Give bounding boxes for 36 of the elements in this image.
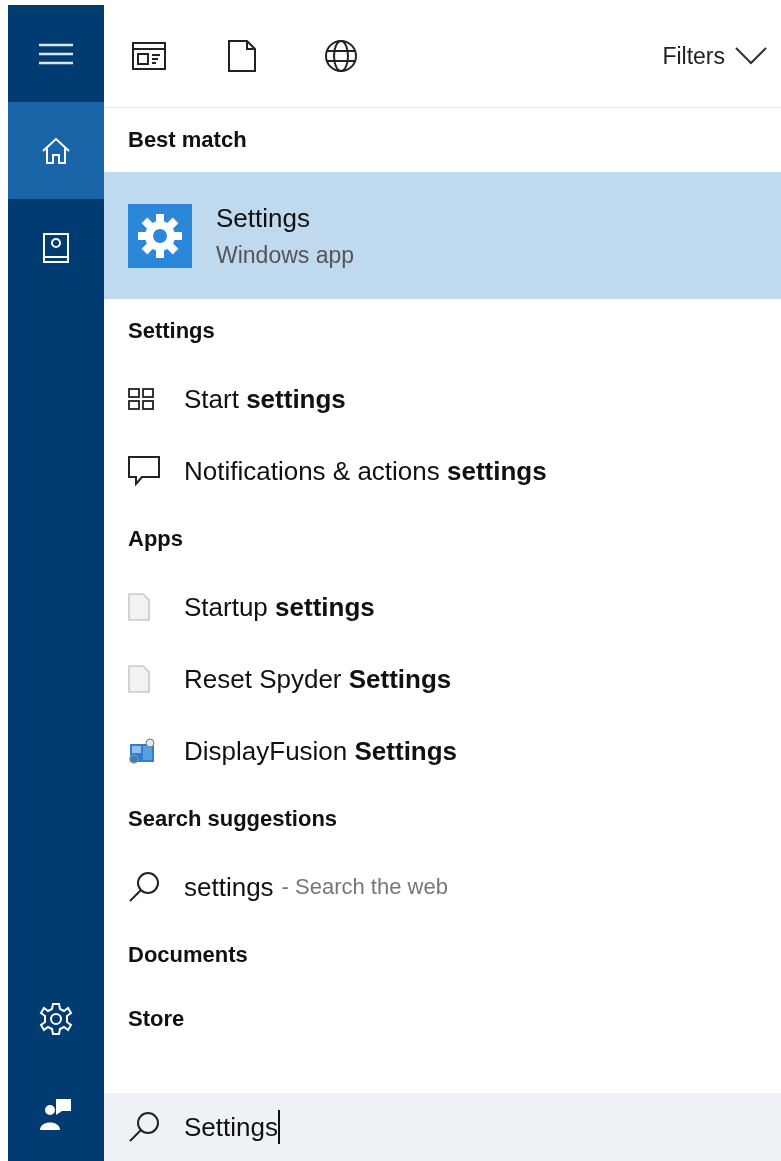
search-icon (128, 1111, 160, 1143)
notebook-icon (42, 231, 70, 264)
search-hint: - Search the web (281, 874, 448, 900)
feedback-icon (40, 1097, 72, 1130)
document-icon (228, 40, 256, 72)
result-title: Settings (216, 202, 311, 234)
home-icon (41, 136, 71, 165)
result-item[interactable]: DisplayFusion Settings (104, 715, 781, 787)
result-subtitle: Windows app (216, 241, 355, 269)
menu-icon (39, 42, 73, 65)
section-heading: Settings (127, 317, 216, 345)
globe-icon (324, 39, 358, 73)
chevron-down-icon (735, 47, 767, 65)
app-icon (128, 738, 156, 764)
search-field[interactable]: Settings (104, 1093, 781, 1161)
text-cursor (277, 1110, 280, 1144)
result-item[interactable]: Reset Spyder Settings (104, 643, 781, 715)
search-icon (128, 871, 160, 903)
result-item[interactable]: settings - Search the web (104, 851, 781, 923)
section-heading: Search suggestions (127, 805, 339, 833)
section-heading: Store (127, 1005, 186, 1033)
settings-icon (39, 1001, 73, 1036)
best-match-result[interactable]: Settings Windows app (104, 172, 781, 299)
file-icon (128, 665, 150, 693)
section-heading: Apps (127, 525, 184, 553)
section-heading: Documents (127, 941, 249, 969)
result-item[interactable]: Start settings (104, 363, 781, 435)
result-item[interactable]: Notifications & actions settings (104, 435, 781, 507)
gear-icon (128, 203, 192, 268)
tiles-icon (128, 388, 154, 410)
result-item[interactable]: Startup settings (104, 571, 781, 643)
app-window-icon (132, 42, 166, 70)
message-icon (128, 456, 160, 486)
file-icon (128, 593, 150, 621)
section-heading: Best match (127, 126, 248, 154)
filters-dropdown[interactable]: Filters (662, 34, 767, 78)
